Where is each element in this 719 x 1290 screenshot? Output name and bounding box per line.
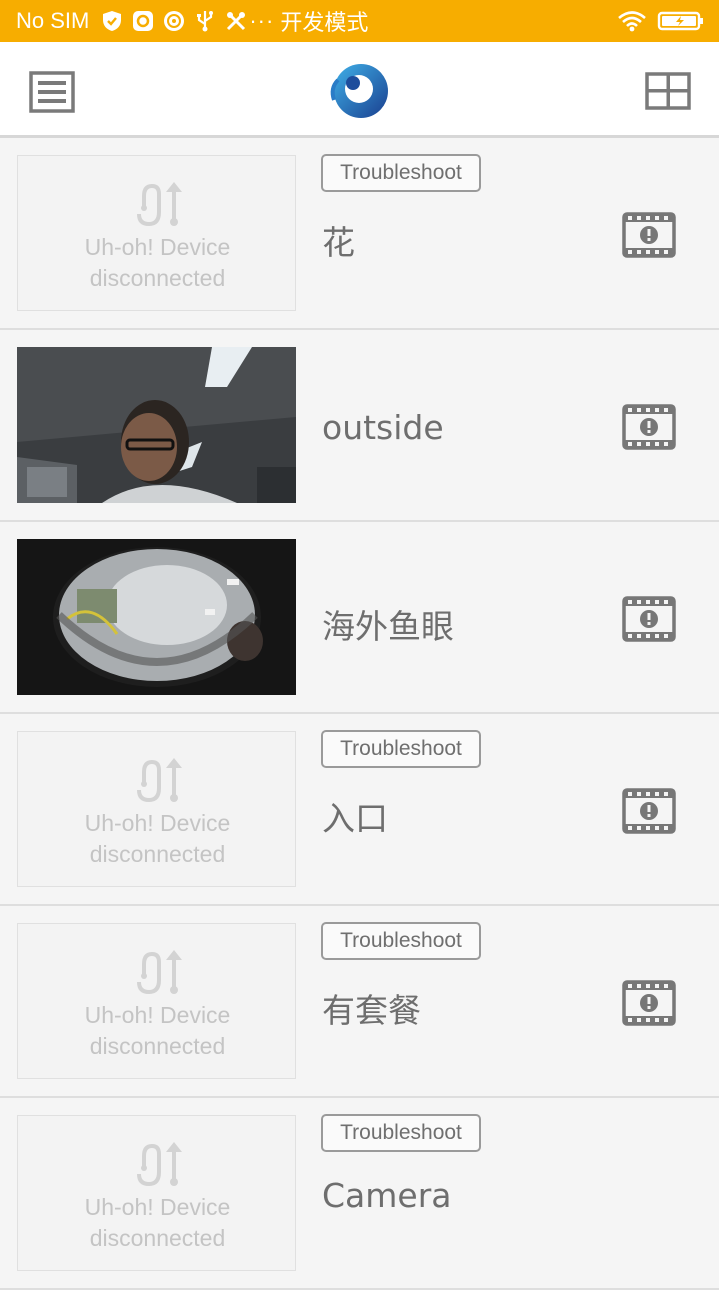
camera-name: 花 xyxy=(322,223,355,262)
camera-list-item[interactable]: Uh-oh! Device disconnected Troubleshoot … xyxy=(0,138,719,330)
shield-icon xyxy=(101,10,123,32)
disconnected-message-line2: disconnected xyxy=(89,1225,226,1251)
camera-list-item[interactable]: Uh-oh! Device disconnected Troubleshoot … xyxy=(0,714,719,906)
troubleshoot-button[interactable]: Troubleshoot xyxy=(321,1114,481,1152)
disconnected-preview: Uh-oh! Device disconnected xyxy=(17,1115,296,1271)
battery-charging-icon xyxy=(657,10,705,32)
disconnected-message: Uh-oh! Device disconnected xyxy=(18,1192,297,1254)
notification-icons xyxy=(101,10,247,32)
disconnected-message-line1: Uh-oh! Device xyxy=(84,234,231,260)
developer-mode-label: 开发模式 xyxy=(280,11,369,36)
disconnected-message-line1: Uh-oh! Device xyxy=(84,810,231,836)
recording-playback-icon[interactable] xyxy=(622,404,676,450)
disconnected-message-line2: disconnected xyxy=(89,265,226,291)
disconnected-message: Uh-oh! Device disconnected xyxy=(18,232,297,294)
camera-list: Uh-oh! Device disconnected Troubleshoot … xyxy=(0,138,719,1290)
carrier-label: No SIM xyxy=(16,8,90,33)
disconnected-message-line2: disconnected xyxy=(89,1033,226,1059)
disconnected-message-line1: Uh-oh! Device xyxy=(84,1194,231,1220)
recording-playback-icon[interactable] xyxy=(622,596,676,642)
disconnected-preview: Uh-oh! Device disconnected xyxy=(17,923,296,1079)
disconnected-cable-icon xyxy=(137,950,182,995)
wifi-icon xyxy=(617,10,647,32)
disconnected-preview: Uh-oh! Device disconnected xyxy=(17,731,296,887)
target-icon xyxy=(163,10,185,32)
disconnected-cable-icon xyxy=(137,1142,182,1187)
camera-list-item[interactable]: Uh-oh! Device disconnected Troubleshoot … xyxy=(0,1098,719,1290)
disconnected-message-line2: disconnected xyxy=(89,841,226,867)
recording-playback-icon[interactable] xyxy=(622,980,676,1026)
camera-list-item[interactable]: 海外鱼眼 xyxy=(0,522,719,714)
disconnected-preview: Uh-oh! Device disconnected xyxy=(17,155,296,311)
camera-name: outside xyxy=(322,408,444,447)
camera-preview-image[interactable] xyxy=(17,539,296,695)
camera-name: Camera xyxy=(322,1176,452,1215)
status-bar: No SIM ··· 开发模式 xyxy=(0,0,719,42)
disconnected-message: Uh-oh! Device disconnected xyxy=(18,1000,297,1062)
troubleshoot-button[interactable]: Troubleshoot xyxy=(321,154,481,192)
camera-list-item[interactable]: outside xyxy=(0,330,719,522)
recording-playback-icon[interactable] xyxy=(622,788,676,834)
troubleshoot-button[interactable]: Troubleshoot xyxy=(321,922,481,960)
developer-tools-icon xyxy=(225,10,247,32)
more-notifications-indicator: ··· xyxy=(249,8,275,33)
app-logo xyxy=(326,60,392,122)
disconnected-message: Uh-oh! Device disconnected xyxy=(18,808,297,870)
system-status-icons xyxy=(617,10,705,32)
fisheye-office-photo xyxy=(17,539,296,695)
disconnected-cable-icon xyxy=(137,182,182,227)
hamburger-menu-icon[interactable] xyxy=(29,71,75,113)
usb-icon xyxy=(194,10,216,32)
camera-list-item[interactable]: Uh-oh! Device disconnected Troubleshoot … xyxy=(0,906,719,1098)
app-bar xyxy=(0,42,719,138)
troubleshoot-button[interactable]: Troubleshoot xyxy=(321,730,481,768)
camera-name: 有套餐 xyxy=(322,991,421,1030)
recording-playback-icon[interactable] xyxy=(622,212,676,258)
disconnected-message-line1: Uh-oh! Device xyxy=(84,1002,231,1028)
camera-name: 海外鱼眼 xyxy=(322,607,454,646)
camera-preview-image[interactable] xyxy=(17,347,296,503)
camera-name: 入口 xyxy=(322,799,388,838)
indoor-office-photo xyxy=(17,347,296,503)
app-notification-icon xyxy=(132,10,154,32)
disconnected-cable-icon xyxy=(137,758,182,803)
grid-view-icon[interactable] xyxy=(645,72,691,110)
